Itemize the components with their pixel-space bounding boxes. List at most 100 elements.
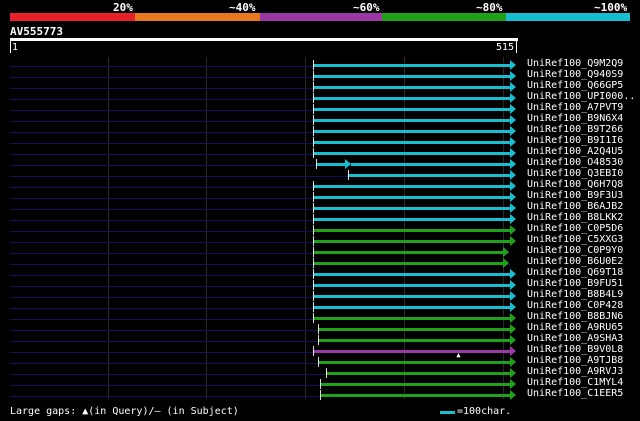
hit-segment[interactable] — [312, 295, 510, 298]
hit-segment[interactable] — [312, 251, 504, 254]
hit-segment[interactable] — [312, 207, 510, 210]
hit-segment[interactable] — [312, 273, 510, 276]
hit-label[interactable]: UniRef100_B8LKK2 — [527, 212, 623, 223]
query-start-label: 1 — [12, 42, 19, 53]
hit-label[interactable]: UniRef100_C1MYL4 — [527, 377, 623, 388]
hit-label[interactable]: UniRef100_B9N6X4 — [527, 113, 623, 124]
hit-label[interactable]: UniRef100_B9F3U3 — [527, 190, 623, 201]
hit-segment[interactable] — [312, 130, 510, 133]
hit-label[interactable]: UniRef100_B6U0E2 — [527, 256, 623, 267]
hit-label[interactable]: UniRef100_A9RU65 — [527, 322, 623, 333]
hit-label[interactable]: UniRef100_B9V0L8 — [527, 344, 623, 355]
hit-label[interactable]: UniRef100_A9RVJ3 — [527, 366, 623, 377]
hit-segment[interactable] — [320, 383, 510, 386]
hit-segment[interactable] — [316, 163, 345, 166]
hit-label[interactable]: UniRef100_Q66GP5 — [527, 80, 623, 91]
hit-segment[interactable] — [312, 350, 510, 353]
hit-start-mark — [312, 181, 314, 191]
hit-arrow-icon — [510, 225, 516, 235]
hit-arrow-icon — [503, 258, 510, 268]
hit-arrow-icon — [510, 60, 516, 70]
hit-segment[interactable] — [312, 141, 510, 144]
hit-segment[interactable] — [312, 240, 510, 243]
hit-segment[interactable] — [318, 339, 510, 342]
hit-arrow-icon — [510, 93, 516, 103]
hit-start-mark — [312, 93, 314, 103]
hit-start-mark — [312, 302, 314, 312]
hit-arrow-icon — [510, 214, 516, 224]
hit-label[interactable]: UniRef100_C0P428 — [527, 300, 623, 311]
hit-label[interactable]: UniRef100_B9I1I6 — [527, 135, 623, 146]
hit-arrow-icon — [510, 192, 516, 202]
hit-arrow-icon — [510, 346, 516, 356]
hit-segment[interactable] — [312, 185, 510, 188]
hit-label[interactable]: UniRef100_C0P5D6 — [527, 223, 623, 234]
hit-start-mark — [312, 225, 314, 235]
hit-segment[interactable] — [326, 372, 510, 375]
hit-label[interactable]: UniRef100_Q940S9 — [527, 69, 623, 80]
hit-label[interactable]: UniRef100_A9TJB8 — [527, 355, 623, 366]
hit-label[interactable]: UniRef100_C1EER5 — [527, 388, 623, 399]
hit-segment[interactable] — [312, 119, 510, 122]
hit-label[interactable]: UniRef100_B8BJN6 — [527, 311, 623, 322]
hit-segment[interactable] — [312, 196, 510, 199]
hit-label[interactable]: UniRef100_Q6H7Q8 — [527, 179, 623, 190]
hit-segment[interactable] — [312, 218, 510, 221]
hit-segment[interactable] — [312, 284, 510, 287]
hit-label[interactable]: UniRef100_B9FU51 — [527, 278, 623, 289]
hit-label[interactable]: UniRef100_A2Q4U5 — [527, 146, 623, 157]
hit-arrow-icon — [510, 379, 516, 389]
hit-start-mark — [312, 236, 314, 246]
hit-segment[interactable] — [318, 328, 510, 331]
hit-arrow-icon — [510, 148, 516, 158]
hit-arrow-icon — [510, 280, 516, 290]
hit-segment[interactable] — [312, 262, 504, 265]
hit-arrow-icon — [510, 357, 516, 367]
hit-segment[interactable] — [347, 174, 510, 177]
hit-arrow-icon — [510, 335, 516, 345]
hit-start-mark — [312, 192, 314, 202]
hit-start-mark — [312, 148, 314, 158]
hit-segment[interactable] — [312, 108, 510, 111]
hit-label[interactable]: UniRef100_C5XXG3 — [527, 234, 623, 245]
scale-legend-bar — [440, 411, 455, 414]
hit-label[interactable]: UniRef100_B8B4L9 — [527, 289, 623, 300]
hit-segment[interactable] — [312, 86, 510, 89]
hit-start-mark — [312, 71, 314, 81]
hit-label[interactable]: UniRef100_UPI000.. — [527, 91, 635, 102]
hit-segment[interactable] — [312, 75, 510, 78]
hit-arrow-icon — [503, 247, 510, 257]
hit-label[interactable]: UniRef100_A7PVT9 — [527, 102, 623, 113]
hit-label[interactable]: UniRef100_C0P9Y0 — [527, 245, 623, 256]
hit-start-mark — [312, 247, 314, 257]
hit-segment[interactable] — [312, 229, 510, 232]
hit-label[interactable]: UniRef100_Q9M2Q9 — [527, 58, 623, 69]
hit-start-mark — [312, 126, 314, 136]
hit-segment[interactable] — [312, 306, 510, 309]
hit-start-mark — [318, 357, 320, 367]
hit-segment[interactable] — [312, 97, 510, 100]
hit-start-mark — [347, 170, 349, 180]
identity-band-red — [10, 13, 135, 21]
hit-start-mark — [312, 137, 314, 147]
hit-row[interactable]: UniRef100_C1EER5 — [0, 388, 640, 400]
hit-label[interactable]: UniRef100_B6AJB2 — [527, 201, 623, 212]
hit-segment[interactable] — [351, 163, 510, 166]
hit-segment[interactable] — [320, 394, 510, 397]
gap-legend-text: Large gaps: ▲(in Query)/— (in Subject) — [10, 406, 239, 417]
hit-label[interactable]: UniRef100_B9T266 — [527, 124, 623, 135]
hit-label[interactable]: UniRef100_Q69T18 — [527, 267, 623, 278]
hit-start-mark — [312, 346, 314, 356]
hit-start-mark — [312, 291, 314, 301]
hit-segment[interactable] — [312, 317, 510, 320]
hit-segment[interactable] — [312, 64, 510, 67]
hit-start-mark — [312, 82, 314, 92]
hit-label[interactable]: UniRef100_Q3EBI0 — [527, 168, 623, 179]
hit-start-mark — [312, 313, 314, 323]
identity-band-cyan — [506, 13, 630, 21]
hit-label[interactable]: UniRef100_A9SHA3 — [527, 333, 623, 344]
hit-segment[interactable] — [318, 361, 510, 364]
hit-arrow-icon — [510, 291, 516, 301]
hit-segment[interactable] — [312, 152, 510, 155]
hit-label[interactable]: UniRef100_O48530 — [527, 157, 623, 168]
